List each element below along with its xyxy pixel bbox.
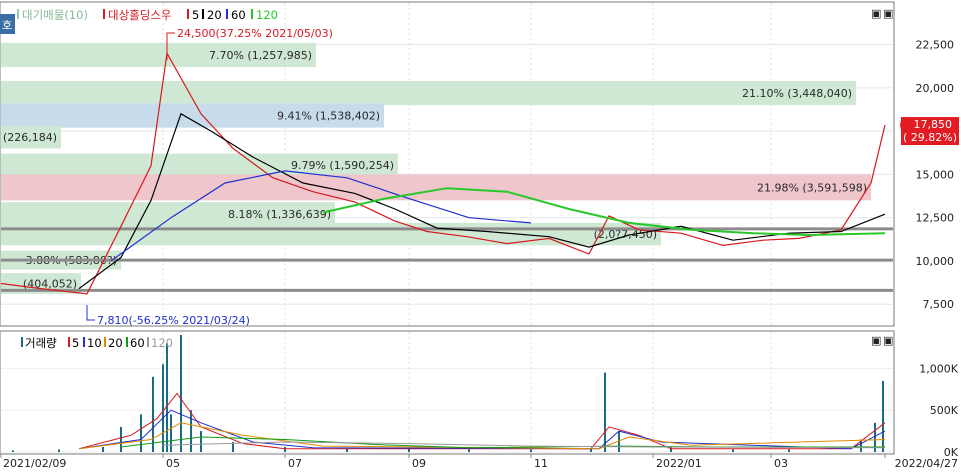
vol-legend-label-ma5: 5	[72, 336, 79, 350]
vol-legend-title: 거래량	[25, 336, 57, 350]
volume-axis: 1,000K500K0K	[919, 362, 958, 459]
volume-bar	[732, 449, 734, 452]
volume-profile-label: (404,052)	[23, 277, 77, 290]
volume-bar	[200, 431, 202, 452]
volume-panel-minimize-button[interactable]: ▣	[871, 334, 881, 347]
date-tick-label: 2021/02/09	[3, 457, 66, 470]
legend-title: 대상홀딩스우	[108, 8, 171, 22]
volume-bar	[468, 449, 470, 452]
last-price-arrow	[900, 120, 901, 131]
volume-profile-label: 9.79% (1,590,254)	[291, 159, 394, 172]
volume-bar	[670, 446, 672, 452]
volume-bar	[12, 450, 14, 452]
volume-bar	[190, 410, 192, 452]
vol-legend-label-ma60: 60	[130, 336, 145, 350]
price-tick-label: 7,500	[923, 298, 955, 311]
volume-profile-band	[1, 222, 661, 246]
vol-legend-label-ma10: 10	[87, 336, 102, 350]
vol-legend-marker-ma10	[83, 337, 85, 347]
volume-profile-label: 9.41% (1,538,402)	[277, 110, 380, 123]
last-price-marker: 17,850 ( 29.82%)	[900, 117, 959, 146]
price-tick-label: 22,500	[916, 39, 955, 52]
volume-profile-label: 21.10% (3,448,040)	[742, 87, 852, 100]
vol-legend-marker-ma60	[126, 337, 128, 347]
volume-legend: 거래량 5 10 20 60 120	[21, 336, 173, 350]
volume-tick-label: 500K	[930, 404, 959, 417]
volume-profile-band	[1, 80, 856, 106]
vol-legend-title-marker	[21, 337, 23, 347]
legend-marker-ma60	[226, 9, 228, 19]
date-tick-label: 05	[166, 457, 180, 470]
volume-bar	[58, 449, 60, 452]
price-tick-label: 20,000	[916, 82, 955, 95]
volume-bar	[162, 364, 164, 452]
volume-profile-label: 8.18% (1,336,639)	[228, 208, 331, 221]
date-tick-label: 11	[534, 457, 548, 470]
vol-legend-label-ma120: 120	[151, 336, 173, 350]
volume-bar	[530, 449, 532, 452]
volume-profile-band	[1, 174, 871, 201]
legend-label-ma60: 60	[231, 8, 246, 22]
last-price-label: 17,850	[914, 118, 953, 131]
volume-bar	[140, 414, 142, 452]
price-legend: 대기매물(10) 대상홀딩스우 5 20 60 120	[17, 8, 278, 22]
last-price-change: ( 29.82%)	[903, 131, 957, 144]
legend-marker-ma20	[202, 9, 204, 19]
volume-bar	[120, 426, 122, 452]
side-tab-label: 호	[2, 19, 12, 32]
legend-label-ma120: 120	[256, 8, 278, 22]
stock-chart: 7.70% (1,257,985) 21.10% (3,448,040) 9.41%…	[0, 1, 959, 470]
date-tick-label: 2022/01	[656, 457, 702, 470]
date-axis: 2021/02/09 05 07 09 11 2022/01 03 2022/04/27	[0, 454, 958, 470]
date-tick-label: 09	[412, 457, 426, 470]
volume-bar	[170, 414, 172, 452]
legend-marker-ma5	[187, 9, 189, 19]
legend-marker-ma120	[251, 9, 253, 19]
price-panel-minimize-button[interactable]: ▣	[871, 7, 881, 20]
volume-bar	[284, 446, 286, 452]
volume-bar	[102, 446, 104, 452]
legend-label-ma5: 5	[192, 8, 199, 22]
price-axis: 22,50020,00017,50015,00012,50010,0007,50…	[916, 39, 955, 312]
legend-prefix-label: 대기매물(10)	[22, 8, 88, 22]
legend-title-marker	[103, 9, 105, 19]
volume-profile-label: 21.98% (3,591,598)	[757, 181, 867, 194]
annotation-label: 24,500(37.25% 2021/05/03)	[177, 27, 333, 40]
volume-profile-label: 7.70% (1,257,985)	[209, 49, 312, 62]
price-tick-label: 15,000	[916, 168, 955, 181]
date-tick-label: 07	[288, 457, 302, 470]
volume-panel-close-button[interactable]: ▣	[883, 334, 893, 347]
vol-legend-marker-ma20	[104, 337, 106, 347]
vol-legend-marker-ma5	[68, 337, 70, 347]
volume-bar	[604, 372, 606, 452]
volume-bar	[152, 376, 154, 452]
legend-marker	[17, 9, 19, 19]
volume-bar	[180, 335, 182, 452]
volume-bar	[166, 343, 168, 452]
volume-tick-label: 1,000K	[919, 362, 958, 375]
date-tick-label: 2022/04/27	[895, 457, 958, 470]
date-tick-label: 03	[774, 457, 788, 470]
volume-bar	[882, 380, 884, 452]
volume-bar	[788, 449, 790, 452]
annotation-label: 7,810(-56.25% 2021/03/24)	[97, 314, 250, 327]
vol-legend-marker-ma120	[147, 337, 149, 347]
price-tick-label: 10,000	[916, 255, 955, 268]
price-panel-close-button[interactable]: ▣	[883, 7, 893, 20]
vol-legend-label-ma20: 20	[108, 336, 123, 350]
legend-label-ma20: 20	[207, 8, 222, 22]
price-tick-label: 12,500	[916, 212, 955, 225]
volume-profile-label: 1.38% (226,184)	[0, 131, 57, 144]
